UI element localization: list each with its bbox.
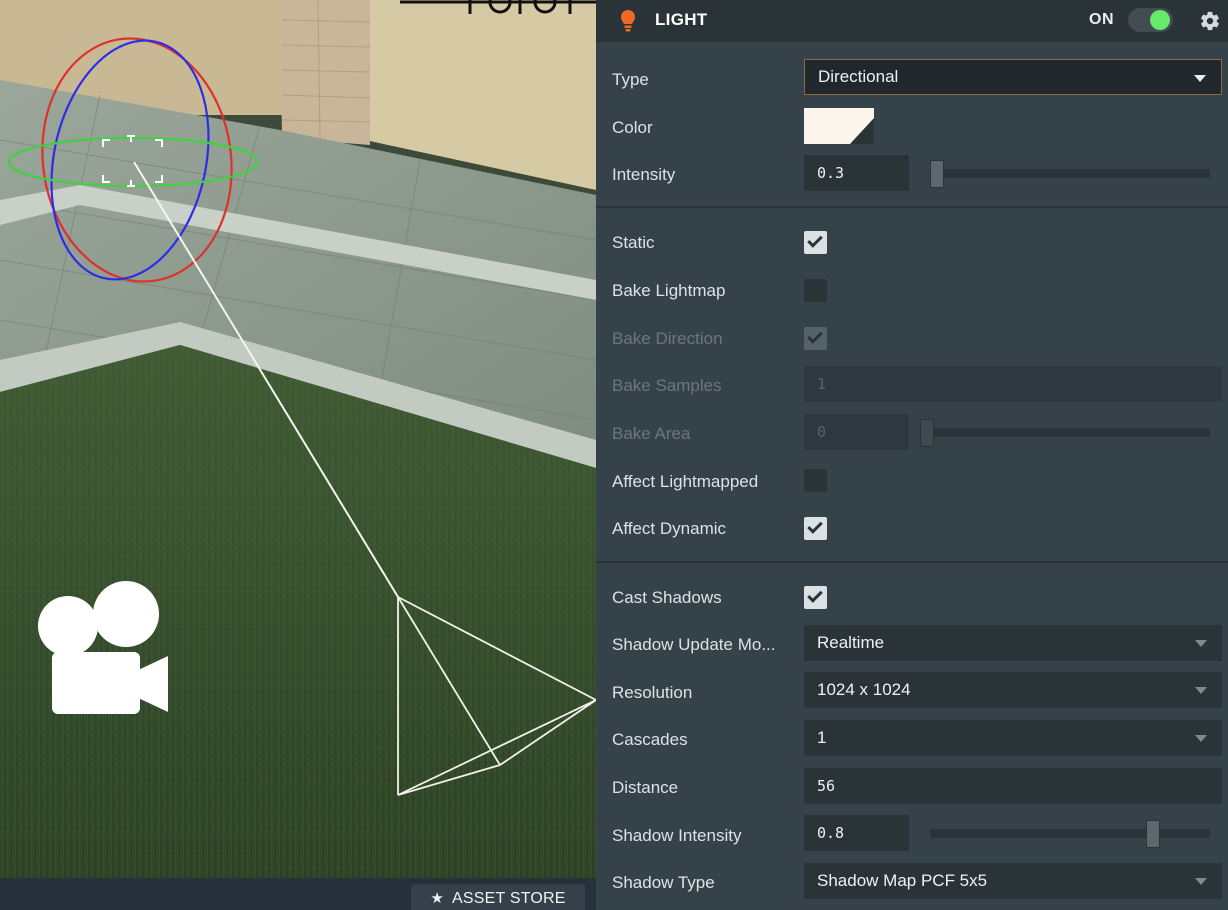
panel-title: LIGHT bbox=[655, 10, 708, 29]
toggle-label: ON bbox=[1089, 11, 1114, 28]
bake-samples-label: Bake Samples bbox=[612, 376, 722, 395]
bake-lightmap-checkbox[interactable] bbox=[804, 279, 827, 302]
color-swatch[interactable] bbox=[804, 108, 874, 144]
affect-lightmapped-label: Affect Lightmapped bbox=[612, 472, 759, 491]
shadow-type-label: Shadow Type bbox=[612, 873, 715, 892]
check-icon bbox=[807, 232, 823, 248]
bake-samples-input[interactable]: 1 bbox=[804, 366, 1222, 402]
section-divider bbox=[596, 561, 1228, 563]
cast-shadows-label: Cast Shadows bbox=[612, 588, 722, 607]
cascades-value: 1 bbox=[817, 728, 827, 747]
distance-label: Distance bbox=[612, 778, 679, 797]
shadow-type-dropdown[interactable]: Shadow Map PCF 5x5 bbox=[804, 863, 1222, 899]
shadow-update-mode-dropdown[interactable]: Realtime bbox=[804, 625, 1222, 661]
star-icon: ★ bbox=[430, 890, 444, 907]
color-label: Color bbox=[612, 118, 653, 137]
intensity-slider-track[interactable] bbox=[930, 169, 1210, 178]
scene-render[interactable] bbox=[0, 0, 596, 878]
intensity-label: Intensity bbox=[612, 165, 676, 184]
shadow-intensity-value: 0.8 bbox=[817, 824, 845, 842]
shadow-type-value: Shadow Map PCF 5x5 bbox=[817, 871, 988, 890]
resolution-value: 1024 x 1024 bbox=[817, 680, 911, 699]
resolution-dropdown[interactable]: 1024 x 1024 bbox=[804, 672, 1222, 708]
affect-dynamic-checkbox[interactable] bbox=[804, 517, 827, 540]
shadow-update-mode-label: Shadow Update Mo... bbox=[612, 635, 776, 654]
chevron-down-icon bbox=[1195, 735, 1207, 742]
light-inspector-panel: LIGHT ON Type Directional Color Intensit… bbox=[596, 0, 1228, 910]
chevron-down-icon bbox=[1195, 878, 1207, 885]
chevron-down-icon bbox=[1195, 640, 1207, 647]
type-value: Directional bbox=[818, 67, 899, 86]
shadow-intensity-label: Shadow Intensity bbox=[612, 826, 742, 845]
asset-store-label: ASSET STORE bbox=[452, 890, 566, 907]
shadow-intensity-input[interactable]: 0.8 bbox=[804, 815, 909, 851]
panel-header: LIGHT ON bbox=[596, 0, 1228, 42]
lightbulb-icon bbox=[621, 10, 635, 32]
intensity-value: 0.3 bbox=[817, 164, 845, 182]
cascades-label: Cascades bbox=[612, 730, 688, 749]
chevron-down-icon bbox=[1194, 75, 1206, 82]
check-icon bbox=[807, 328, 823, 344]
bake-area-label: Bake Area bbox=[612, 424, 691, 443]
static-checkbox[interactable] bbox=[804, 231, 827, 254]
bake-area-value: 0 bbox=[817, 423, 827, 441]
intensity-input[interactable]: 0.3 bbox=[804, 155, 909, 191]
resolution-label: Resolution bbox=[612, 683, 693, 702]
bake-area-slider-handle[interactable] bbox=[920, 419, 934, 447]
intensity-slider-handle[interactable] bbox=[930, 160, 944, 188]
bake-area-input[interactable]: 0 bbox=[804, 414, 909, 450]
bake-direction-label: Bake Direction bbox=[612, 329, 723, 348]
bake-lightmap-label: Bake Lightmap bbox=[612, 281, 726, 300]
check-icon bbox=[807, 587, 823, 603]
shadow-update-mode-value: Realtime bbox=[817, 633, 885, 652]
check-icon bbox=[807, 518, 823, 534]
type-dropdown[interactable]: Directional bbox=[804, 59, 1222, 95]
asset-store-button[interactable]: ★ ASSET STORE bbox=[411, 884, 585, 910]
distance-value: 56 bbox=[817, 777, 836, 795]
affect-dynamic-label: Affect Dynamic bbox=[612, 519, 727, 538]
bake-samples-value: 1 bbox=[817, 375, 827, 393]
type-label: Type bbox=[612, 70, 649, 89]
cast-shadows-checkbox[interactable] bbox=[804, 586, 827, 609]
scene-viewport[interactable]: ★ ASSET STORE bbox=[0, 0, 596, 910]
affect-lightmapped-checkbox[interactable] bbox=[804, 469, 827, 492]
chevron-down-icon bbox=[1195, 687, 1207, 694]
shadow-intensity-slider-track[interactable] bbox=[930, 829, 1210, 838]
toggle-knob bbox=[1150, 10, 1170, 30]
shadow-intensity-slider-handle[interactable] bbox=[1146, 820, 1160, 848]
gear-icon[interactable] bbox=[1199, 10, 1221, 32]
section-divider bbox=[596, 206, 1228, 208]
bake-area-slider-track[interactable] bbox=[920, 428, 1210, 437]
bake-direction-checkbox[interactable] bbox=[804, 327, 827, 350]
cascades-dropdown[interactable]: 1 bbox=[804, 720, 1222, 756]
distance-input[interactable]: 56 bbox=[804, 768, 1222, 804]
enable-toggle[interactable] bbox=[1128, 8, 1173, 32]
static-label: Static bbox=[612, 233, 655, 252]
